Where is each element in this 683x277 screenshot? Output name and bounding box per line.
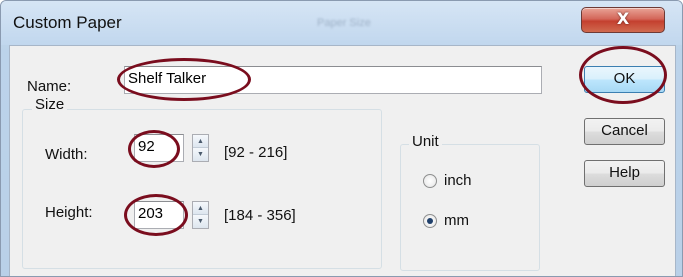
size-group: [22, 109, 382, 269]
name-label: Name:: [27, 78, 72, 95]
width-input-value: 92: [138, 138, 155, 155]
unit-group-label: Unit: [409, 133, 442, 150]
height-input[interactable]: 203: [134, 201, 184, 229]
spin-up-icon[interactable]: ▲: [193, 135, 208, 148]
width-spinner[interactable]: ▲ ▼: [192, 134, 209, 162]
unit-mm-label[interactable]: mm: [444, 212, 469, 229]
width-range: [92 - 216]: [224, 144, 288, 161]
height-range: [184 - 356]: [224, 207, 296, 224]
height-spinner[interactable]: ▲ ▼: [192, 201, 209, 229]
title-bar[interactable]: Paper Size Custom Paper X: [1, 1, 682, 45]
name-input[interactable]: Shelf Talker: [124, 66, 542, 94]
dialog-body: Name: Shelf Talker Size Width: 92 ▲ ▼ [9…: [9, 45, 676, 276]
name-input-value: Shelf Talker: [128, 70, 207, 87]
custom-paper-dialog: Paper Size Custom Paper X Name: Shelf Ta…: [0, 0, 683, 277]
height-label: Height:: [45, 204, 93, 221]
unit-mm-radio[interactable]: [423, 214, 437, 228]
width-input[interactable]: 92: [134, 134, 184, 162]
height-input-value: 203: [138, 205, 164, 222]
spin-down-icon[interactable]: ▼: [193, 215, 208, 228]
background-window-title: Paper Size: [317, 17, 371, 29]
dialog-title: Custom Paper: [13, 13, 122, 32]
spin-down-icon[interactable]: ▼: [193, 148, 208, 161]
ok-button[interactable]: OK: [584, 66, 665, 93]
cancel-button[interactable]: Cancel: [584, 118, 665, 145]
close-icon: X: [616, 9, 630, 28]
width-label: Width:: [45, 146, 88, 163]
unit-inch-label[interactable]: inch: [444, 172, 472, 189]
close-button[interactable]: X: [581, 7, 665, 33]
size-group-label: Size: [32, 96, 68, 113]
help-button[interactable]: Help: [584, 160, 665, 187]
unit-group: [400, 144, 540, 271]
spin-up-icon[interactable]: ▲: [193, 202, 208, 215]
unit-inch-radio[interactable]: [423, 174, 437, 188]
